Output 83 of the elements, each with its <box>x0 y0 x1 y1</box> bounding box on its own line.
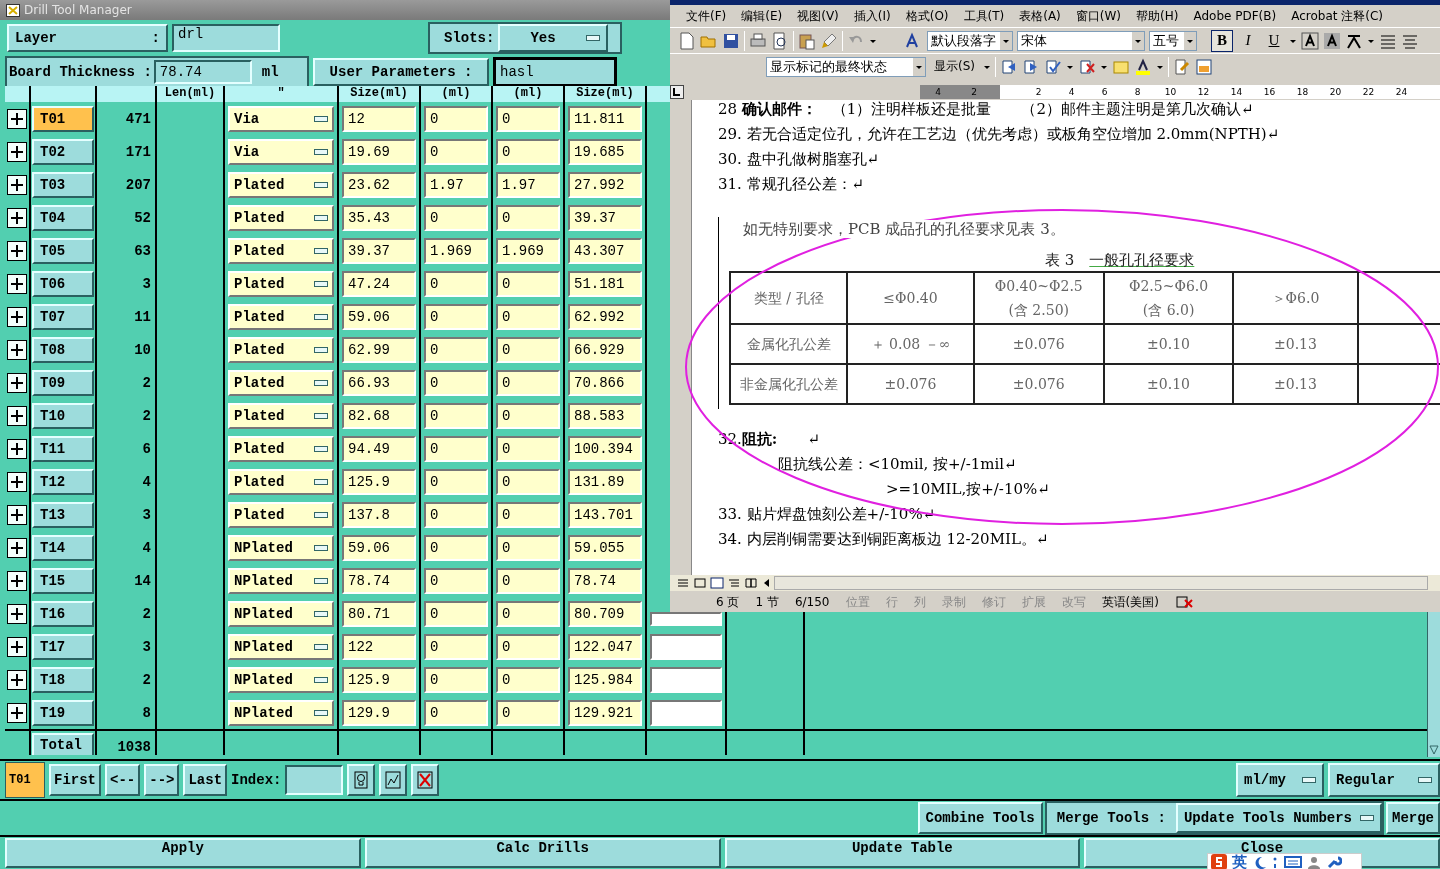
table-cell: ≤Φ0.40 <box>847 272 974 324</box>
ruler-number: 8 <box>1133 87 1142 97</box>
hole-count: 471 <box>125 110 151 127</box>
table-cell: ±0.10 <box>1103 324 1234 364</box>
paragraph: 33. 贴片焊盘蚀刻公差+/-10%↵ <box>718 505 936 523</box>
ruler-number: 4 <box>1067 87 1076 97</box>
paragraph: >=10MIL,按+/-10%↵ <box>886 480 1050 498</box>
ruler-number: 10 <box>1163 87 1178 97</box>
table-cell: ±0.13 <box>1233 364 1358 404</box>
ruler-number: 22 <box>1361 87 1376 97</box>
status-item: 1 节 <box>755 593 779 611</box>
hole-count: 52 <box>134 209 151 226</box>
status-item: 位置 <box>845 593 870 611</box>
status-item: 英语(美国) <box>1101 593 1159 611</box>
total-count: 1038 <box>117 739 151 755</box>
hole-count: 4 <box>142 539 151 556</box>
status-item: 6/150 <box>794 595 830 609</box>
ruler-number: 16 <box>1262 87 1277 97</box>
table-cell: ＞Φ6.0 <box>1233 272 1358 324</box>
hole-count: 2 <box>142 671 151 688</box>
merge-tools-label: Merge Tools : <box>1056 810 1166 826</box>
table-cell: ±0.13 <box>1233 324 1358 364</box>
status-item: 6 页 <box>716 593 740 611</box>
column-header: Size(ml) <box>350 86 408 100</box>
hole-count: 8 <box>142 704 151 721</box>
ruler-number: 4 <box>934 87 942 97</box>
board-thickness-label: Board Thickness : <box>9 64 152 80</box>
status-item: 录制 <box>941 593 966 611</box>
table-cell: Φ2.5~Φ6.0 (含 6.0) <box>1103 272 1234 324</box>
status-item: 行 <box>885 593 898 611</box>
current-tool: T01 <box>5 762 45 798</box>
hole-count: 3 <box>142 506 151 523</box>
paragraph: 29. 若无合适定位孔，允许在工艺边（优先考虑）或板角空位增加 2.0mm(NPTH)↵ <box>718 125 1280 143</box>
index-label: Index: <box>231 772 282 788</box>
window-title: Drill Tool Manager <box>24 3 132 17</box>
paragraph: 30. 盘中孔做树脂塞孔↵ <box>718 150 880 168</box>
ruler-number: 20 <box>1328 87 1343 97</box>
table-caption: 一般孔孔径要求 <box>1089 251 1195 269</box>
hole-count: 207 <box>125 176 151 193</box>
table-cell: ±0.10 <box>1103 364 1234 404</box>
status-item: 扩展 <box>1021 593 1046 611</box>
table-cell: ±0.076 <box>847 364 974 404</box>
hole-count: 2 <box>142 605 151 622</box>
status-item: 改写 <box>1061 593 1086 611</box>
slots-label: Slots: <box>444 30 495 46</box>
hole-count: 3 <box>142 275 151 292</box>
ruler-number: 2 <box>1034 87 1043 97</box>
ruler-number: 12 <box>1196 87 1211 97</box>
column-header: (ml) <box>441 86 471 100</box>
paragraph: 阻抗线公差：<10mil, 按+/-1mil↵ <box>778 455 1017 473</box>
ruler-number: 6 <box>1100 87 1109 97</box>
column-header: Size(ml) <box>576 86 634 100</box>
table-cell: 类型 / 孔径 <box>730 272 848 324</box>
table-cell: ±0.076 <box>973 324 1104 364</box>
ruler-number: 24 <box>1394 87 1409 97</box>
column-header: Len(ml) <box>164 86 216 100</box>
paragraph: 28 确认邮件： （1）注明样板还是批量 （2）邮件主题注明是第几次确认↵ <box>718 100 1254 118</box>
ruler-number: 2 <box>970 87 978 97</box>
ruler-number: 18 <box>1295 87 1310 97</box>
column-header: " <box>277 86 285 100</box>
hole-count: 2 <box>142 407 151 424</box>
hole-count: 14 <box>134 572 151 589</box>
table-cell: 金属化孔公差 <box>730 324 848 364</box>
hole-count: 6 <box>142 440 151 457</box>
hole-count: 11 <box>134 308 151 325</box>
hole-count: 3 <box>142 638 151 655</box>
table-cell: ±0.076 <box>973 364 1104 404</box>
hole-count: 63 <box>134 242 151 259</box>
status-item: 修订 <box>981 593 1006 611</box>
hole-count: 10 <box>134 341 151 358</box>
column-header: (ml) <box>513 86 543 100</box>
paragraph: 31. 常规孔径公差：↵ <box>718 175 865 193</box>
table-cell: ＋ 0.08 －∞ <box>847 324 974 364</box>
table-caption: 表 3 <box>1045 251 1075 269</box>
paragraph: 34. 内层削铜需要达到铜距离板边 12-20MIL。↵ <box>718 530 1049 548</box>
ruler-number: 14 <box>1229 87 1244 97</box>
hole-count: 171 <box>125 143 151 160</box>
table-cell: 非金属化孔公差 <box>730 364 848 404</box>
status-item: 列 <box>913 593 926 611</box>
table-cell: Φ0.40~Φ2.5 (含 2.50) <box>973 272 1104 324</box>
hole-count: 2 <box>142 374 151 391</box>
hole-count: 4 <box>142 473 151 490</box>
unit-label: ml <box>261 64 279 80</box>
